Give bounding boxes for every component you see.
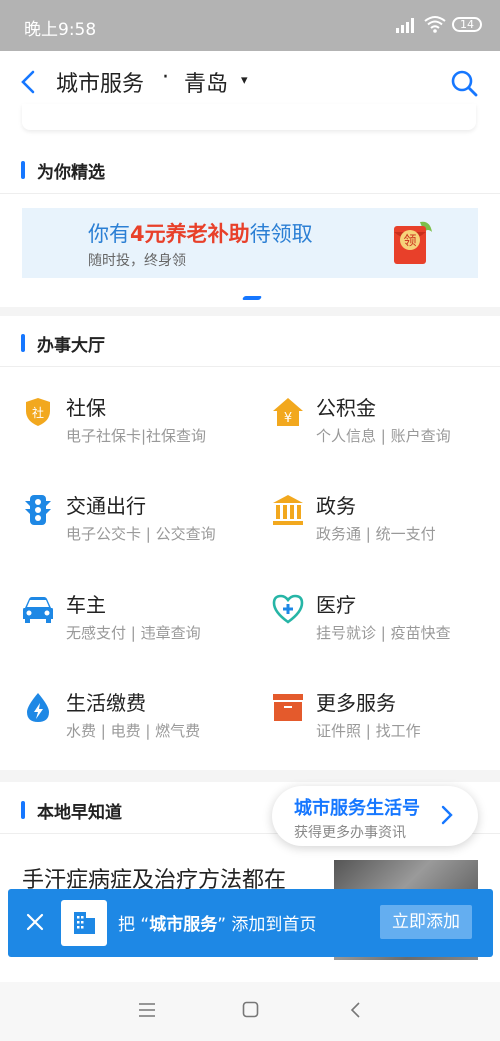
service-desc: 政务通 | 统一支付 [316, 525, 436, 543]
carousel-indicator [241, 296, 263, 300]
service-transport[interactable]: 交通出行 电子公交卡 | 公交查询 [22, 490, 252, 560]
life-account-subtitle: 获得更多办事资讯 [294, 825, 406, 841]
service-housing-fund[interactable]: ¥ 公积金 个人信息 | 账户查询 [272, 392, 500, 462]
signal-icon [396, 18, 414, 33]
service-car-owner[interactable]: 车主 无感支付 | 违章查询 [22, 589, 252, 659]
traffic-light-icon [25, 495, 51, 525]
service-desc: 挂号就诊 | 疫苗快查 [316, 624, 451, 642]
house-glyph: ¥ [284, 411, 292, 426]
battery-indicator: 14 [452, 17, 482, 32]
status-bar: 晚上9:58 14 [0, 0, 500, 51]
caret-down-icon[interactable]: ▾ [241, 73, 248, 88]
section-marker [21, 334, 25, 352]
close-icon[interactable] [26, 913, 44, 931]
house-yen-icon: ¥ [273, 398, 303, 426]
service-name: 公积金 [316, 396, 376, 420]
menu-icon[interactable] [138, 1002, 156, 1018]
envelope-label: 领 [403, 234, 416, 249]
service-desc: 电子公交卡 | 公交查询 [66, 525, 216, 543]
service-desc: 电子社保卡|社保查询 [66, 427, 207, 445]
back-arrow-icon[interactable] [18, 69, 40, 95]
service-government[interactable]: 政务 政务通 | 统一支付 [272, 490, 500, 560]
section-marker [21, 161, 25, 179]
title-separator: · [162, 65, 169, 90]
city-selector[interactable]: 青岛 [184, 66, 228, 98]
service-social-security[interactable]: 社 社保 电子社保卡|社保查询 [22, 392, 252, 462]
shield-icon: 社 [26, 398, 50, 426]
system-nav-bar [0, 982, 500, 1041]
back-nav-icon[interactable] [349, 1001, 361, 1019]
service-desc: 证件照 | 找工作 [316, 722, 421, 740]
life-account-title: 城市服务生活号 [294, 798, 420, 819]
service-utility-payment[interactable]: 生活缴费 水费 | 电费 | 燃气费 [22, 687, 252, 757]
featured-section: 为你精选 你有4元养老补助待领取 随时投，终身领 领 [0, 142, 500, 307]
add-to-home-text: 把 “城市服务” 添加到首页 [118, 915, 317, 935]
previous-card [22, 104, 476, 130]
section-marker [21, 801, 25, 819]
service-more[interactable]: 更多服务 证件照 | 找工作 [272, 687, 500, 757]
service-medical[interactable]: 医疗 挂号就诊 | 疫苗快查 [272, 589, 500, 659]
car-icon [23, 597, 53, 623]
service-desc: 个人信息 | 账户查询 [316, 427, 451, 445]
service-desc: 水费 | 电费 | 燃气费 [66, 722, 201, 740]
banner-headline: 你有4元养老补助待领取 [88, 222, 313, 246]
water-drop-bolt-icon [27, 693, 49, 722]
divider [0, 193, 500, 194]
home-icon[interactable] [242, 1001, 259, 1018]
life-account-card[interactable]: 城市服务生活号 获得更多办事资讯 [272, 786, 478, 846]
status-time: 晚上9:58 [24, 20, 97, 40]
add-now-button[interactable]: 立即添加 [380, 905, 472, 939]
search-icon[interactable] [450, 69, 478, 97]
service-name: 交通出行 [66, 494, 146, 518]
add-to-home-banner: 把 “城市服务” 添加到首页 立即添加 [8, 889, 493, 957]
service-name: 生活缴费 [66, 691, 146, 715]
chevron-right-icon [441, 805, 453, 825]
subsidy-banner[interactable]: 你有4元养老补助待领取 随时投，终身领 领 [22, 208, 478, 278]
banner-subtitle: 随时投，终身领 [88, 253, 186, 269]
service-name: 社保 [66, 396, 106, 420]
section-title-local: 本地早知道 [37, 803, 122, 823]
service-desc: 无感支付 | 违章查询 [66, 624, 201, 642]
city-building-icon [74, 912, 95, 934]
section-title-hall: 办事大厅 [37, 336, 105, 356]
page-title: 城市服务 [56, 72, 145, 97]
section-title-featured: 为你精选 [37, 163, 105, 183]
service-hall-section: 办事大厅 社 社保 电子社保卡|社保查询 ¥ 公积金 个人信息 | 账户查询 交… [0, 316, 500, 770]
service-name: 更多服务 [316, 691, 396, 715]
divider [0, 366, 500, 367]
box-icon [273, 694, 303, 721]
service-name: 车主 [66, 593, 106, 617]
service-name: 政务 [316, 494, 356, 518]
government-building-icon [273, 495, 303, 525]
app-icon [61, 900, 107, 946]
medical-heart-icon [272, 594, 304, 624]
service-name: 医疗 [316, 593, 356, 617]
previous-card-remnant [0, 104, 500, 142]
shield-glyph: 社 [32, 405, 44, 420]
wifi-icon [424, 16, 446, 33]
red-envelope-icon: 领 [394, 221, 432, 264]
